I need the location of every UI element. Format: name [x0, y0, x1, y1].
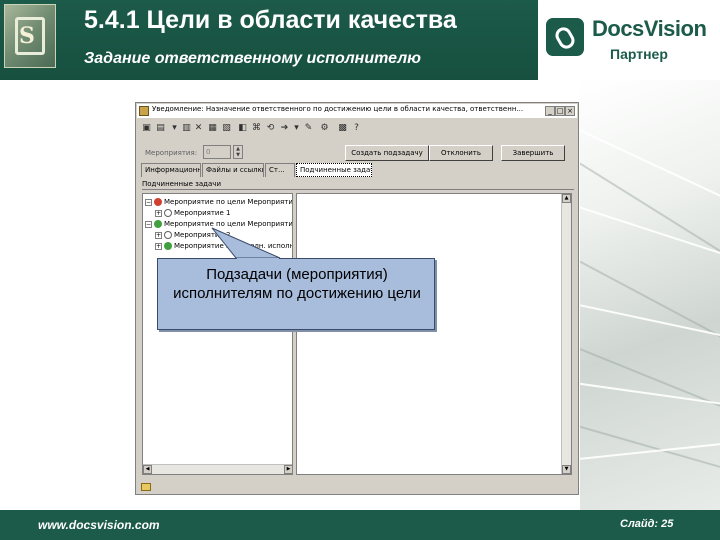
subtasks-label: Подчиненные задачи: [142, 180, 221, 188]
paperclip-icon: [546, 18, 584, 56]
collapse-icon[interactable]: −: [145, 198, 152, 206]
brand-name: DocsVision: [592, 16, 707, 41]
minimize-button[interactable]: _: [545, 106, 555, 116]
task-icon: [164, 231, 172, 239]
website-url[interactable]: www.docsvision.com: [38, 518, 160, 532]
tree-item[interactable]: − Мероприятие по цели Мероприятие: [145, 198, 293, 206]
decorative-background: [580, 80, 720, 510]
task-icon: [164, 242, 172, 250]
window-icon: [139, 106, 149, 116]
help-icon[interactable]: ?: [351, 123, 362, 134]
scroll-right-icon[interactable]: ▶: [284, 465, 292, 474]
tree-item[interactable]: + Мероприятие 1: [155, 209, 230, 217]
activities-label: Мероприятия:: [145, 149, 198, 157]
attach-icon[interactable]: ⌘: [251, 123, 262, 134]
tree-item-label: Мероприятие 1: [174, 209, 231, 217]
delete-icon[interactable]: ✕: [193, 123, 204, 134]
dropdown-arrow-icon-2[interactable]: ▾: [291, 123, 302, 134]
subtasks-tree[interactable]: − Мероприятие по цели Мероприятие + Меропр…: [142, 193, 293, 475]
tree-item[interactable]: + Мероприятие по исполн. исполн...: [155, 242, 293, 250]
activities-spinner[interactable]: ▲ ▼: [233, 145, 243, 159]
open-icon[interactable]: ▤: [155, 123, 166, 134]
arrow-icon[interactable]: ➔: [279, 123, 290, 134]
tab-subtasks[interactable]: Подчиненные задачи: [296, 163, 372, 177]
history-icon[interactable]: ⟲: [265, 123, 276, 134]
tab-files[interactable]: Файлы и ссылки: [202, 163, 264, 177]
tree-item[interactable]: + Мероприятие 2: [155, 231, 230, 239]
settings-icon[interactable]: ⚙: [319, 123, 330, 134]
brand-partner: Партнер: [610, 46, 668, 62]
vertical-scrollbar[interactable]: ▲ ▼: [561, 194, 571, 474]
add-subtask-button[interactable]: Создать подзадачу: [345, 145, 429, 161]
tree-item-label: Мероприятие по цели Мероприятие: [164, 198, 293, 206]
save-icon[interactable]: ▣: [141, 123, 152, 134]
logo-letter: S: [19, 23, 35, 49]
folder-icon[interactable]: ◧: [237, 123, 248, 134]
expand-icon[interactable]: +: [155, 231, 162, 239]
tree-item-label: Мероприятие 2: [174, 231, 231, 239]
task-icon: [154, 220, 162, 228]
clipboard-icon[interactable]: ▥: [181, 123, 192, 134]
scroll-left-icon[interactable]: ◀: [143, 465, 152, 474]
tab-info[interactable]: Информационно: [141, 163, 201, 177]
slide-title: 5.4.1 Цели в области качества: [84, 6, 457, 34]
tab-stages[interactable]: Ст...: [265, 163, 295, 177]
details-pane[interactable]: ▲ ▼: [296, 193, 572, 475]
scroll-up-icon[interactable]: ▲: [562, 194, 571, 203]
callout-text: Подзадачи (мероприятия) исполнителям по …: [173, 266, 421, 302]
finish-button[interactable]: Завершить: [501, 145, 565, 161]
task-icon: [154, 198, 162, 206]
maximize-button[interactable]: □: [555, 106, 565, 116]
status-icon[interactable]: ▩: [337, 123, 348, 134]
callout-box: Подзадачи (мероприятия) исполнителям по …: [157, 258, 435, 330]
horizontal-scrollbar[interactable]: ◀ ▶: [143, 464, 292, 474]
window-title: Уведомление: Назначение ответственного п…: [152, 105, 524, 113]
company-logo: S: [4, 4, 56, 68]
scroll-down-icon[interactable]: ▼: [562, 465, 571, 474]
task-icon: [164, 209, 172, 217]
docsvision-brand: DocsVision Партнер: [538, 0, 720, 80]
expand-icon[interactable]: +: [155, 209, 162, 217]
reject-button[interactable]: Отклонить: [429, 145, 493, 161]
dropdown-arrow-icon[interactable]: ▾: [169, 123, 180, 134]
folder-icon-status: [141, 483, 151, 491]
tree-item-label: Мероприятие по исполн. исполн...: [174, 242, 293, 250]
window-titlebar: Уведомление: Назначение ответственного п…: [137, 104, 577, 118]
print-icon[interactable]: ▧: [221, 123, 232, 134]
document-icon[interactable]: ▦: [207, 123, 218, 134]
expand-icon[interactable]: +: [155, 242, 162, 250]
edit-icon[interactable]: ✎: [303, 123, 314, 134]
slide-subtitle: Задание ответственному исполнителю: [84, 50, 422, 67]
divider: [142, 189, 574, 190]
tree-item[interactable]: − Мероприятие по цели Мероприятие: [145, 220, 293, 228]
tree-item-label: Мероприятие по цели Мероприятие: [164, 220, 293, 228]
activities-input[interactable]: 0: [203, 145, 231, 159]
field-row: Мероприятия: 0 ▲ ▼ Создать подзадачу Откл…: [139, 143, 575, 165]
footer-band: www.docsvision.com Слайд: 25: [0, 510, 720, 540]
collapse-icon[interactable]: −: [145, 220, 152, 228]
status-bar: [139, 481, 575, 493]
close-button[interactable]: ×: [565, 106, 575, 116]
window-toolbar: ▣ ▤ ▾ ▥ ✕ ▦ ▧ ◧ ⌘ ⟲ ➔ ▾ ✎ ⚙ ▩ ?: [139, 121, 575, 137]
tab-strip: Информационно Файлы и ссылки Ст... Подчи…: [139, 163, 575, 177]
slide-number: Слайд: 25: [620, 518, 674, 530]
header-band: S 5.4.1 Цели в области качества Задание …: [0, 0, 720, 80]
